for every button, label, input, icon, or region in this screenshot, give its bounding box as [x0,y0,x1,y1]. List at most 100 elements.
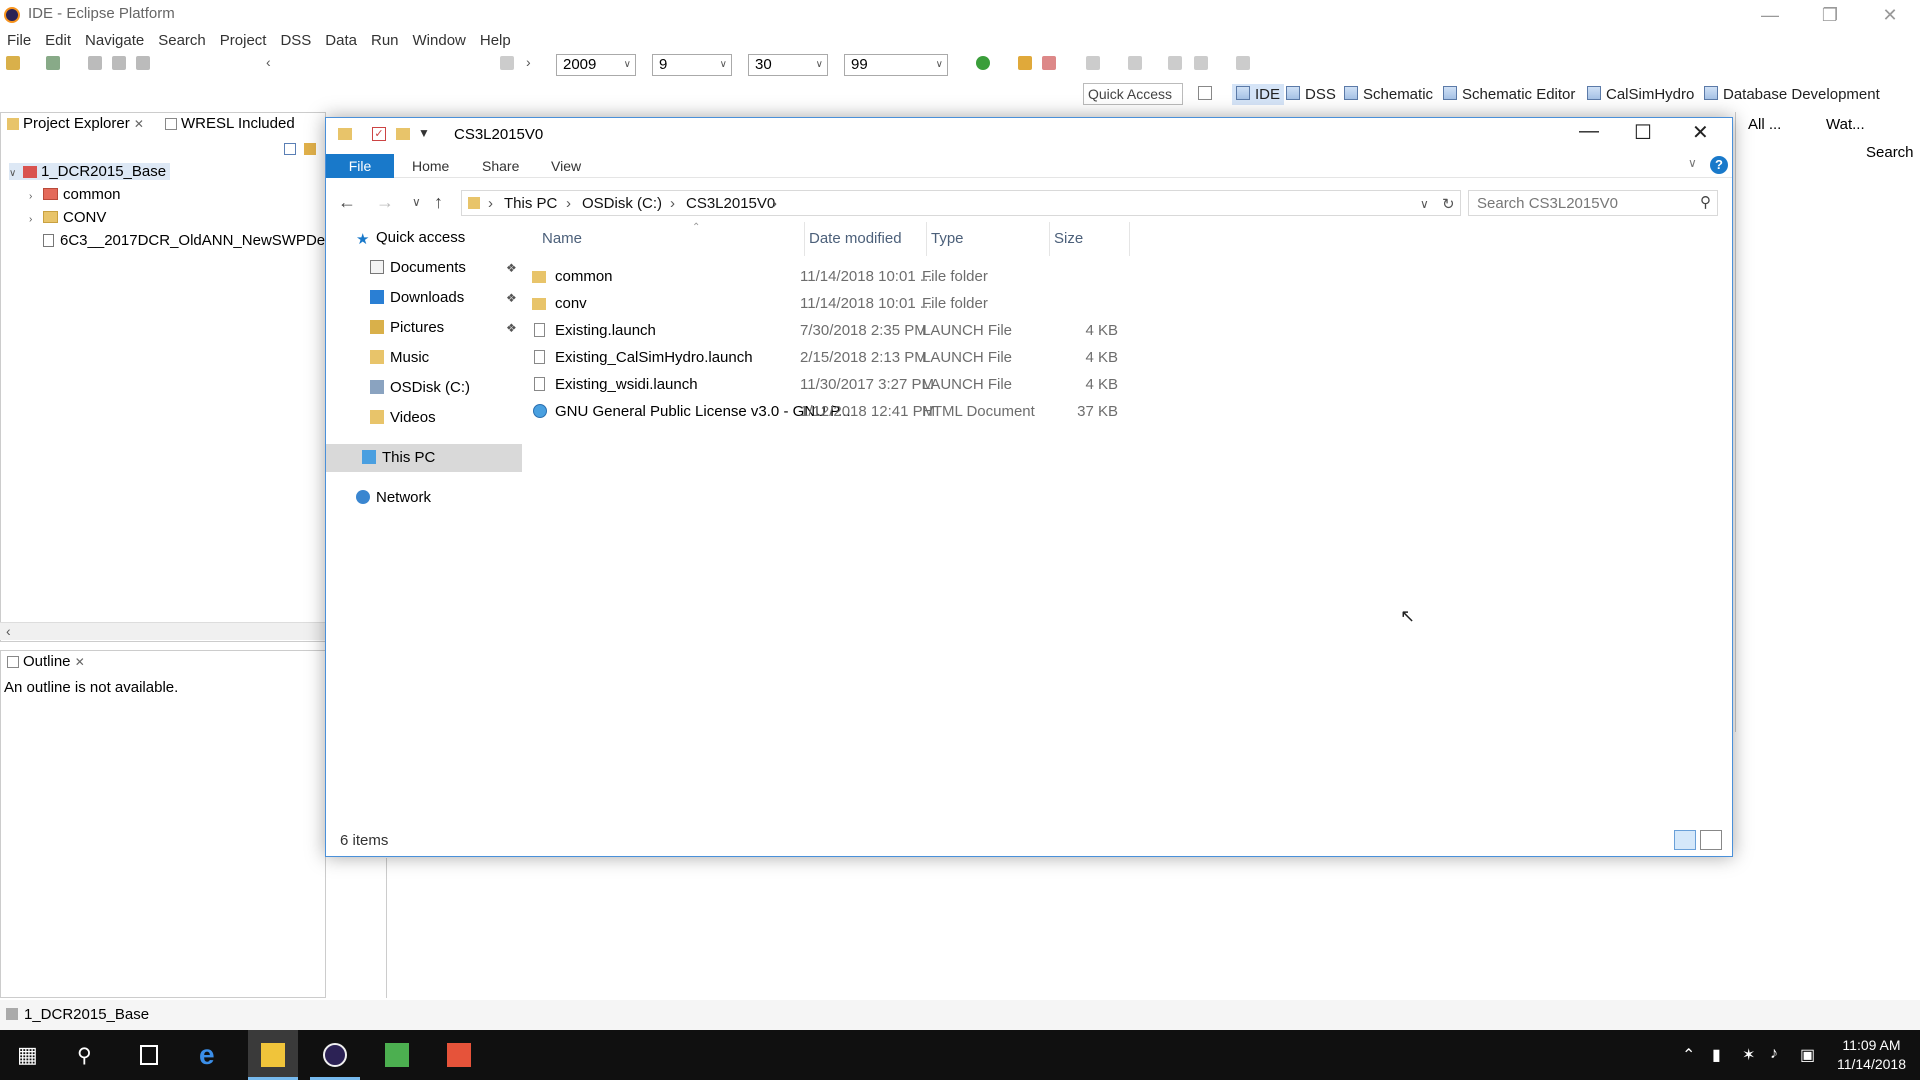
column-size[interactable]: Size [1054,230,1083,247]
scroll-left-arrow-icon[interactable]: ‹ [6,623,11,639]
menu-project[interactable]: Project [213,30,274,52]
tab-all[interactable]: All ... [1748,116,1781,133]
tab-file[interactable]: File [326,154,394,178]
column-type[interactable]: Type [931,230,964,247]
clock[interactable]: 11:09 AM 11/14/2018 [1837,1036,1906,1074]
perspective-calsimhydro[interactable]: CalSimHydro [1587,86,1694,103]
nav-network[interactable]: Network [326,484,522,512]
refresh-icon[interactable]: ↻ [1442,195,1455,213]
menu-file[interactable]: File [0,30,38,52]
quick-access-toolbar-icon[interactable]: ▼ [418,126,430,140]
save-all-icon[interactable] [112,56,126,70]
file-row[interactable]: Existing_wsidi.launch 11/30/2017 3:27 PM… [532,374,1132,396]
close-icon[interactable]: ✕ [1860,0,1920,30]
annotation-icon[interactable] [1086,56,1100,70]
minimize-icon[interactable]: — [1740,0,1800,30]
open-perspective-icon[interactable] [1198,86,1212,100]
address-dropdown-icon[interactable]: ∨ [1420,197,1429,211]
menu-help[interactable]: Help [473,30,518,52]
quick-access-field[interactable]: Quick Access [1083,83,1183,105]
restore-icon[interactable]: ❐ [1800,0,1860,30]
tray-expand-icon[interactable]: ⌃ [1682,1045,1695,1065]
forward-arrow-icon[interactable]: → [376,192,394,213]
nav-downloads[interactable]: Downloads ❖ [326,284,522,312]
maximize-icon[interactable]: ☐ [1634,120,1652,145]
nav-music[interactable]: Music [326,344,522,372]
close-icon[interactable]: ✕ [1692,120,1709,145]
eclipse-button[interactable] [310,1030,360,1080]
cycle-combo[interactable]: 99 ∨ [844,54,948,76]
menu-edit[interactable]: Edit [38,30,78,52]
menu-run[interactable]: Run [364,30,406,52]
collapse-all-icon[interactable] [284,143,296,155]
app-green-button[interactable] [372,1030,422,1080]
search-input[interactable]: Search CS3L2015V0 ⚲ [1468,190,1718,216]
tab-project-explorer[interactable]: Project Explorer ✕ [1,113,150,135]
pin-icon[interactable]: ❖ [506,284,517,312]
tree-item-common[interactable]: › common [29,186,121,203]
wifi-icon[interactable]: ✶ [1742,1045,1755,1065]
nav-videos[interactable]: Videos [326,404,522,432]
tab-view[interactable]: View [551,154,581,178]
open-folder-icon[interactable] [1018,56,1032,70]
column-divider[interactable] [804,222,805,256]
notifications-icon[interactable]: ▣ [1800,1045,1815,1065]
battery-icon[interactable]: ▮ [1712,1045,1721,1065]
properties-icon[interactable]: ✓ [372,127,386,141]
menu-data[interactable]: Data [318,30,364,52]
start-button[interactable]: ▦ [4,1030,54,1080]
nav-quick-access[interactable]: ★ Quick access [326,224,522,252]
details-view-icon[interactable] [1674,830,1696,850]
perspective-schematic[interactable]: Schematic [1344,86,1433,103]
print-icon[interactable] [136,56,150,70]
wand-icon[interactable] [1042,56,1056,70]
edge-button[interactable]: e [186,1030,236,1080]
search-icon[interactable]: ⚲ [1700,193,1711,211]
breadcrumb-this-pc[interactable]: This PC [504,195,557,212]
file-row[interactable]: Existing_CalSimHydro.launch 2/15/2018 2:… [532,347,1132,369]
perspective-schematic-editor[interactable]: Schematic Editor [1443,86,1575,103]
last-edit-icon[interactable] [1168,56,1182,70]
breadcrumb-osdisk[interactable]: OSDisk (C:) [582,195,662,212]
nav-pictures[interactable]: Pictures ❖ [326,314,522,342]
close-tab-icon[interactable]: ✕ [75,655,85,669]
perspective-database-development[interactable]: Database Development [1704,86,1880,103]
new-icon[interactable] [6,56,20,70]
close-tab-icon[interactable]: ✕ [134,117,144,131]
annotation-prev-icon[interactable] [1128,56,1142,70]
column-name[interactable]: Name [542,230,582,247]
file-explorer-button[interactable] [248,1030,298,1080]
perspective-dss[interactable]: DSS [1286,86,1336,103]
nav-documents[interactable]: Documents ❖ [326,254,522,282]
task-view-button[interactable] [124,1030,174,1080]
tab-share[interactable]: Share [482,154,519,178]
horizontal-scrollbar[interactable]: ‹ [0,622,326,640]
tree-item-conv[interactable]: › CONV [29,209,106,226]
column-divider[interactable] [1129,222,1130,256]
month-combo[interactable]: 9 ∨ [652,54,732,76]
tab-outline[interactable]: Outline ✕ [1,651,91,673]
new-project-icon[interactable] [46,56,60,70]
scroll-right-icon[interactable]: › [526,54,531,70]
breadcrumb-folder[interactable]: CS3L2015V0 [686,195,775,212]
menu-navigate[interactable]: Navigate [78,30,151,52]
file-row[interactable]: GNU General Public License v3.0 - GNU P.… [532,401,1132,423]
volume-icon[interactable]: ♪ [1770,1045,1778,1063]
large-icons-view-icon[interactable] [1700,830,1722,850]
recent-locations-icon[interactable]: ∨ [412,195,421,209]
back-icon[interactable] [1194,56,1208,70]
tree-item-root[interactable]: ∨ 1_DCR2015_Base [9,163,171,180]
menu-window[interactable]: Window [406,30,473,52]
file-row[interactable]: conv 11/14/2018 10:01 ... File folder [532,293,1132,315]
nav-this-pc[interactable]: This PC [326,444,522,472]
run-icon[interactable] [976,56,990,70]
link-editor-icon[interactable] [304,143,316,155]
year-combo[interactable]: 2009 ∨ [556,54,636,76]
menu-search[interactable]: Search [151,30,213,52]
column-divider[interactable] [1049,222,1050,256]
file-row[interactable]: Existing.launch 7/30/2018 2:35 PM LAUNCH… [532,320,1132,342]
pin-icon[interactable]: ❖ [506,314,517,342]
minimize-icon[interactable]: — [1579,120,1599,143]
back-arrow-icon[interactable]: ← [338,192,356,213]
file-row[interactable]: common 11/14/2018 10:01 ... File folder [532,266,1132,288]
